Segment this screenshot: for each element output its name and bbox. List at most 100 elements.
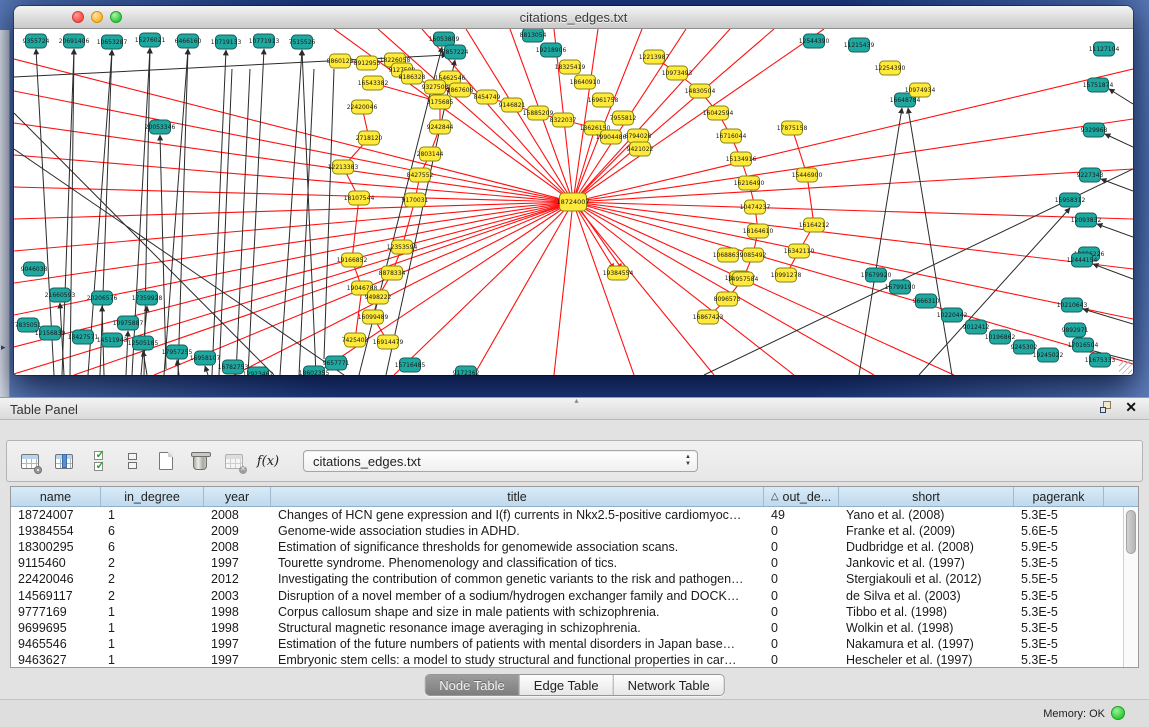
table-cell: 2	[101, 571, 204, 587]
table-row[interactable]: 1830029562008Estimation of significance …	[11, 539, 1123, 555]
citation-edge-red[interactable]	[14, 202, 573, 347]
citation-edge-black[interactable]	[1105, 134, 1133, 147]
citation-edge-black[interactable]	[219, 69, 232, 375]
citation-edge-black[interactable]	[236, 69, 250, 375]
column-header-name[interactable]: name	[11, 487, 101, 506]
table-row[interactable]: 1938455462009Genome-wide association stu…	[11, 523, 1123, 539]
citation-edge-red[interactable]	[14, 91, 573, 202]
network-desktop: ▸ citations_edges.txt 93557242	[0, 0, 1149, 397]
citation-edge-red[interactable]	[573, 202, 1133, 319]
network-canvas[interactable]: 9355724206914061065328715276021646616010…	[14, 29, 1133, 375]
delete-trash-icon[interactable]	[187, 448, 213, 474]
citation-edge-red[interactable]	[573, 29, 598, 202]
citation-edge-black[interactable]	[1109, 89, 1133, 104]
citation-edge-black[interactable]	[908, 108, 952, 375]
expand-panel-icon[interactable]: ▸	[1, 342, 6, 353]
window-resize-grip[interactable]	[1119, 361, 1132, 374]
citation-edge-red[interactable]	[573, 202, 1133, 219]
citation-edge-black[interactable]	[1097, 224, 1133, 237]
graph-node-label: 16782753	[218, 364, 249, 371]
table-row[interactable]: 977716911998Corpus callosum shape and si…	[11, 604, 1123, 620]
citation-edge-red[interactable]	[394, 202, 573, 375]
select-columns-icon[interactable]	[85, 448, 111, 474]
citation-edge-red[interactable]	[234, 202, 573, 375]
graph-node-label: 8860123	[327, 58, 354, 65]
tab-node-table[interactable]: Node Table	[425, 675, 520, 695]
table-cell: 6	[101, 523, 204, 539]
split-view-icon[interactable]	[119, 448, 145, 474]
table-cell: 5.3E-5	[1014, 652, 1104, 668]
graph-node-label: 17359928	[132, 295, 163, 302]
column-chooser-icon[interactable]	[51, 448, 77, 474]
table-vertical-scrollbar[interactable]	[1123, 507, 1138, 667]
citation-edge-black[interactable]	[280, 50, 302, 375]
tab-network-table[interactable]: Network Table	[614, 675, 724, 695]
table-cell: 5.6E-5	[1014, 523, 1104, 539]
citation-edge-black[interactable]	[859, 108, 902, 375]
table-body[interactable]: 1872400712008Changes of HCN gene express…	[11, 507, 1123, 667]
tab-edge-table[interactable]: Edge Table	[520, 675, 614, 695]
combobox-stepper-icon[interactable]: ▲▼	[685, 454, 691, 468]
table-row[interactable]: 2242004622012Investigating the contribut…	[11, 571, 1123, 587]
table-panel-header[interactable]: Table Panel ▴ ✕	[0, 397, 1149, 420]
citation-edge-black[interactable]	[1101, 179, 1133, 191]
scrollbar-thumb[interactable]	[1126, 510, 1136, 554]
graph-node-label: 18724007	[556, 198, 589, 206]
table-settings-icon[interactable]	[17, 448, 43, 474]
graph-node-label: 8878334	[379, 270, 406, 277]
graph-node-label: 16042594	[703, 110, 734, 117]
table-row[interactable]: 1872400712008Changes of HCN gene express…	[11, 507, 1123, 523]
citation-edge-black[interactable]	[359, 47, 442, 375]
citation-edge-black[interactable]	[1083, 309, 1133, 324]
network-view-window[interactable]: citations_edges.txt 93557242069140610653…	[14, 6, 1133, 375]
citation-edge-black[interactable]	[88, 50, 112, 375]
close-panel-icon[interactable]: ✕	[1125, 401, 1137, 414]
table-selector-combobox[interactable]: citations_edges.txt ▲▼	[303, 450, 698, 472]
citation-edge-black[interactable]	[324, 69, 334, 359]
graph-node-label: 8427552	[407, 172, 434, 179]
citation-edge-red[interactable]	[573, 169, 1133, 202]
table-cell: 5.3E-5	[1014, 620, 1104, 636]
column-header-short[interactable]: short	[839, 487, 1014, 506]
table-row[interactable]: 946362711997Embryonic stem cells: a mode…	[11, 652, 1123, 668]
citation-edge-red[interactable]	[573, 119, 1133, 202]
graph-node-label: 21660593	[45, 292, 76, 299]
table-cell: 19384554	[11, 523, 101, 539]
column-header-year[interactable]: year	[204, 487, 271, 506]
table-cell: 18300295	[11, 539, 101, 555]
citation-edge-black[interactable]	[205, 366, 208, 375]
memory-status-icon[interactable]	[1111, 706, 1125, 720]
citation-network-graph[interactable]: 9355724206914061065328715276021646616010…	[14, 29, 1133, 375]
graph-node-label: 15958312	[1055, 197, 1086, 204]
citation-edge-red[interactable]	[573, 202, 634, 375]
graph-node-label: 9085492	[740, 252, 767, 259]
citation-edge-black[interactable]	[302, 50, 316, 375]
citation-edge-black[interactable]	[299, 69, 314, 375]
citation-edge-red[interactable]	[573, 202, 714, 375]
citation-edge-red[interactable]	[573, 69, 1133, 202]
splitter-grip-icon[interactable]: ▴	[575, 396, 579, 405]
new-document-icon[interactable]	[153, 448, 179, 474]
table-row[interactable]: 969969511998Structural magnetic resonanc…	[11, 620, 1123, 636]
graph-node-label: 20053346	[145, 124, 176, 131]
table-row[interactable]: 946554611997Estimation of the future num…	[11, 636, 1123, 652]
citation-edge-red[interactable]	[352, 198, 359, 260]
node-attribute-table[interactable]: namein_degreeyeartitle△out_de...shortpag…	[10, 486, 1139, 668]
citation-edge-red[interactable]	[573, 202, 1133, 269]
table-row[interactable]: 1456911722003Disruption of a novel membe…	[11, 587, 1123, 603]
window-titlebar[interactable]: citations_edges.txt	[14, 6, 1133, 29]
citation-edge-red[interactable]	[573, 202, 1133, 364]
column-header-out_de[interactable]: △out_de...	[764, 487, 839, 506]
float-window-icon[interactable]	[1100, 401, 1113, 414]
citation-edge-red[interactable]	[14, 202, 573, 219]
table-row[interactable]: 911546021997Tourette syndrome. Phenomeno…	[11, 555, 1123, 571]
citation-edge-red[interactable]	[554, 202, 573, 375]
function-builder-icon[interactable]	[255, 448, 281, 474]
table-cell: Corpus callosum shape and size in male p…	[271, 604, 764, 620]
graph-node-label: 9657771	[323, 360, 350, 367]
column-header-pagerank[interactable]: pagerank	[1014, 487, 1104, 506]
citation-edge-black[interactable]	[178, 49, 188, 375]
column-header-in_degree[interactable]: in_degree	[101, 487, 204, 506]
column-header-title[interactable]: title	[271, 487, 764, 506]
left-panel-collapsed-strip[interactable]: ▸	[0, 30, 10, 397]
